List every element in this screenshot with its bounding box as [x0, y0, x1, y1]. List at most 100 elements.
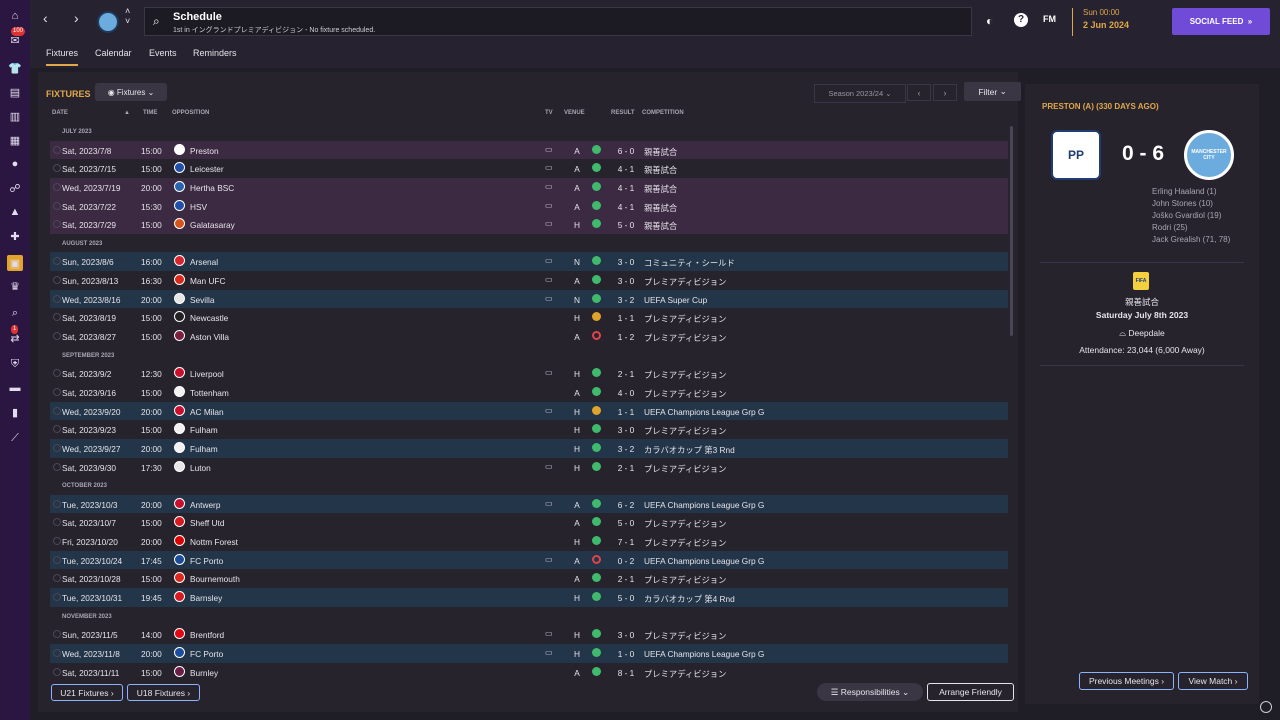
- col-date[interactable]: DATE: [52, 110, 68, 116]
- arrange-friendly-button[interactable]: Arrange Friendly: [927, 683, 1014, 701]
- fixture-competition[interactable]: プレミアディビジョン: [644, 463, 726, 475]
- help-icon[interactable]: ?: [1014, 13, 1028, 27]
- opponent-name[interactable]: Arsenal: [190, 257, 218, 267]
- fixture-row[interactable]: Tue, 2023/10/31 19:45 Barnsley H 5 - 0 カラバオカッ…: [50, 588, 1008, 607]
- fixture-competition[interactable]: 親善試合: [644, 220, 677, 232]
- fixture-competition[interactable]: 親善試合: [644, 164, 677, 176]
- fixture-row[interactable]: Sun, 2023/8/13 16:30 Man UFC ▭ A 3 - 0 プレミアディビ…: [50, 271, 1008, 290]
- fixture-row[interactable]: Sat, 2023/7/8 15:00 Preston ▭ A 6 - 0 親善試合: [50, 140, 1008, 160]
- opponent-crest-icon[interactable]: [174, 367, 185, 379]
- fixture-score[interactable]: 5 - 0: [611, 220, 641, 230]
- select-checkbox[interactable]: [53, 313, 61, 322]
- opponent-name[interactable]: Galatasaray: [190, 220, 235, 230]
- medical-icon[interactable]: ✚: [7, 228, 23, 244]
- fixture-competition[interactable]: 親善試合: [644, 146, 677, 158]
- select-checkbox[interactable]: [53, 294, 61, 303]
- fixture-score[interactable]: 2 - 1: [611, 463, 641, 473]
- opponent-crest-icon[interactable]: [174, 330, 185, 342]
- col-result[interactable]: RESULT: [611, 110, 635, 116]
- previous-meetings-button[interactable]: Previous Meetings ›: [1079, 672, 1174, 690]
- select-checkbox[interactable]: [53, 257, 61, 266]
- opponent-crest-icon[interactable]: [174, 385, 185, 397]
- fixture-competition[interactable]: プレミアディビジョン: [644, 332, 726, 344]
- select-checkbox[interactable]: [53, 182, 61, 191]
- select-checkbox[interactable]: [53, 443, 61, 452]
- select-checkbox[interactable]: [53, 164, 61, 173]
- scrollbar[interactable]: [1010, 126, 1013, 336]
- fixture-row[interactable]: Tue, 2023/10/24 17:45 FC Porto ▭ A 0 - 2 UEFA …: [50, 550, 1008, 570]
- opponent-name[interactable]: FC Porto: [190, 649, 223, 659]
- opponent-name[interactable]: FC Porto: [190, 556, 223, 566]
- fixture-row[interactable]: Fri, 2023/10/20 20:00 Nottm Forest H 7 - 1 プレ…: [50, 532, 1008, 551]
- opponent-name[interactable]: Preston: [190, 146, 219, 156]
- fixture-score[interactable]: 3 - 0: [611, 425, 641, 435]
- select-checkbox[interactable]: [53, 630, 61, 639]
- fixture-row[interactable]: Sun, 2023/8/6 16:00 Arsenal ▭ N 3 - 0 コミュニティ・シ…: [50, 252, 1008, 272]
- opponent-crest-icon[interactable]: [174, 460, 185, 472]
- preston-crest-icon[interactable]: PP: [1051, 130, 1101, 180]
- opponent-crest-icon[interactable]: [174, 143, 185, 155]
- opponent-name[interactable]: AC Milan: [190, 407, 224, 417]
- fixture-competition[interactable]: UEFA Super Cup: [644, 295, 707, 305]
- opponent-name[interactable]: Antwerp: [190, 500, 220, 510]
- fixture-score[interactable]: 1 - 1: [611, 313, 641, 323]
- opponent-name[interactable]: Newcastle: [190, 313, 228, 323]
- fixture-score[interactable]: 0 - 2: [611, 556, 641, 566]
- competitions-icon[interactable]: ♛: [7, 278, 23, 294]
- tab-fixtures[interactable]: Fixtures: [46, 48, 79, 66]
- fixture-score[interactable]: 4 - 1: [611, 164, 641, 174]
- tactics-board-icon[interactable]: ◐: [986, 14, 993, 28]
- fixture-score[interactable]: 1 - 0: [611, 649, 641, 659]
- fixtures-dropdown[interactable]: ◉ Fixtures ⌄: [95, 83, 167, 101]
- opponent-crest-icon[interactable]: [174, 591, 185, 603]
- fixture-row[interactable]: Wed, 2023/9/27 20:00 Fulham H 3 - 2 カラバオカップ 第…: [50, 438, 1008, 458]
- club-crest-icon[interactable]: [97, 11, 119, 33]
- forward-icon[interactable]: ›: [74, 10, 79, 26]
- opponent-crest-icon[interactable]: [174, 199, 185, 211]
- opponent-name[interactable]: Fulham: [190, 444, 218, 454]
- fixture-score[interactable]: 8 - 1: [611, 668, 641, 678]
- fixture-row[interactable]: Wed, 2023/9/20 20:00 AC Milan ▭ H 1 - 1 UEFA C…: [50, 401, 1008, 421]
- select-checkbox[interactable]: [53, 220, 61, 229]
- next-season-icon[interactable]: ›: [933, 84, 957, 101]
- opponent-crest-icon[interactable]: [174, 553, 185, 565]
- opponent-name[interactable]: Tottenham: [190, 388, 229, 398]
- fixture-competition[interactable]: プレミアディビジョン: [644, 276, 726, 288]
- breadcrumb[interactable]: ⌕ Schedule 1st in イングランドプレミアディビジョン - No …: [144, 7, 972, 36]
- tab-events[interactable]: Events: [149, 48, 177, 58]
- sort-arrow-icon[interactable]: ▲: [124, 110, 130, 116]
- opponent-crest-icon[interactable]: [174, 516, 185, 528]
- opponent-name[interactable]: Nottm Forest: [190, 537, 238, 547]
- view-match-button[interactable]: View Match ›: [1178, 672, 1248, 690]
- col-competition[interactable]: COMPETITION: [642, 110, 684, 116]
- scouting-icon[interactable]: ⌕: [7, 305, 23, 321]
- fixture-score[interactable]: 3 - 0: [611, 276, 641, 286]
- col-tv[interactable]: TV: [545, 110, 553, 116]
- opponent-name[interactable]: Fulham: [190, 425, 218, 435]
- fixture-row[interactable]: Tue, 2023/10/3 20:00 Antwerp ▭ A 6 - 2 UEFA Ch…: [50, 494, 1008, 514]
- fixture-score[interactable]: 3 - 0: [611, 257, 641, 267]
- fixture-score[interactable]: 3 - 2: [611, 444, 641, 454]
- u18-fixtures-button[interactable]: U18 Fixtures ›: [127, 684, 200, 701]
- opponent-crest-icon[interactable]: [174, 274, 185, 286]
- fixture-competition[interactable]: コミュニティ・シールド: [644, 257, 735, 269]
- fixture-score[interactable]: 2 - 1: [611, 574, 641, 584]
- fixture-score[interactable]: 5 - 0: [611, 518, 641, 528]
- select-checkbox[interactable]: [53, 145, 61, 154]
- fixture-row[interactable]: Sat, 2023/7/22 15:30 HSV ▭ A 4 - 1 親善試合: [50, 196, 1008, 216]
- opponent-crest-icon[interactable]: [174, 255, 185, 267]
- opponent-crest-icon[interactable]: [174, 162, 185, 174]
- fixture-score[interactable]: 7 - 1: [611, 537, 641, 547]
- tab-reminders[interactable]: Reminders: [193, 48, 237, 58]
- opponent-crest-icon[interactable]: [174, 311, 185, 323]
- fixture-competition[interactable]: UEFA Champions League Grp G: [644, 407, 764, 417]
- opponent-crest-icon[interactable]: [174, 404, 185, 416]
- opponent-name[interactable]: Sheff Utd: [190, 518, 224, 528]
- opponent-crest-icon[interactable]: [174, 497, 185, 509]
- fixture-score[interactable]: 6 - 2: [611, 500, 641, 510]
- inbox-icon[interactable]: ✉ 100: [7, 27, 26, 48]
- prev-season-icon[interactable]: ‹: [907, 84, 931, 101]
- fixture-competition[interactable]: プレミアディビジョン: [644, 537, 726, 549]
- opponent-name[interactable]: Sevilla: [190, 295, 214, 305]
- opponent-crest-icon[interactable]: [174, 218, 185, 230]
